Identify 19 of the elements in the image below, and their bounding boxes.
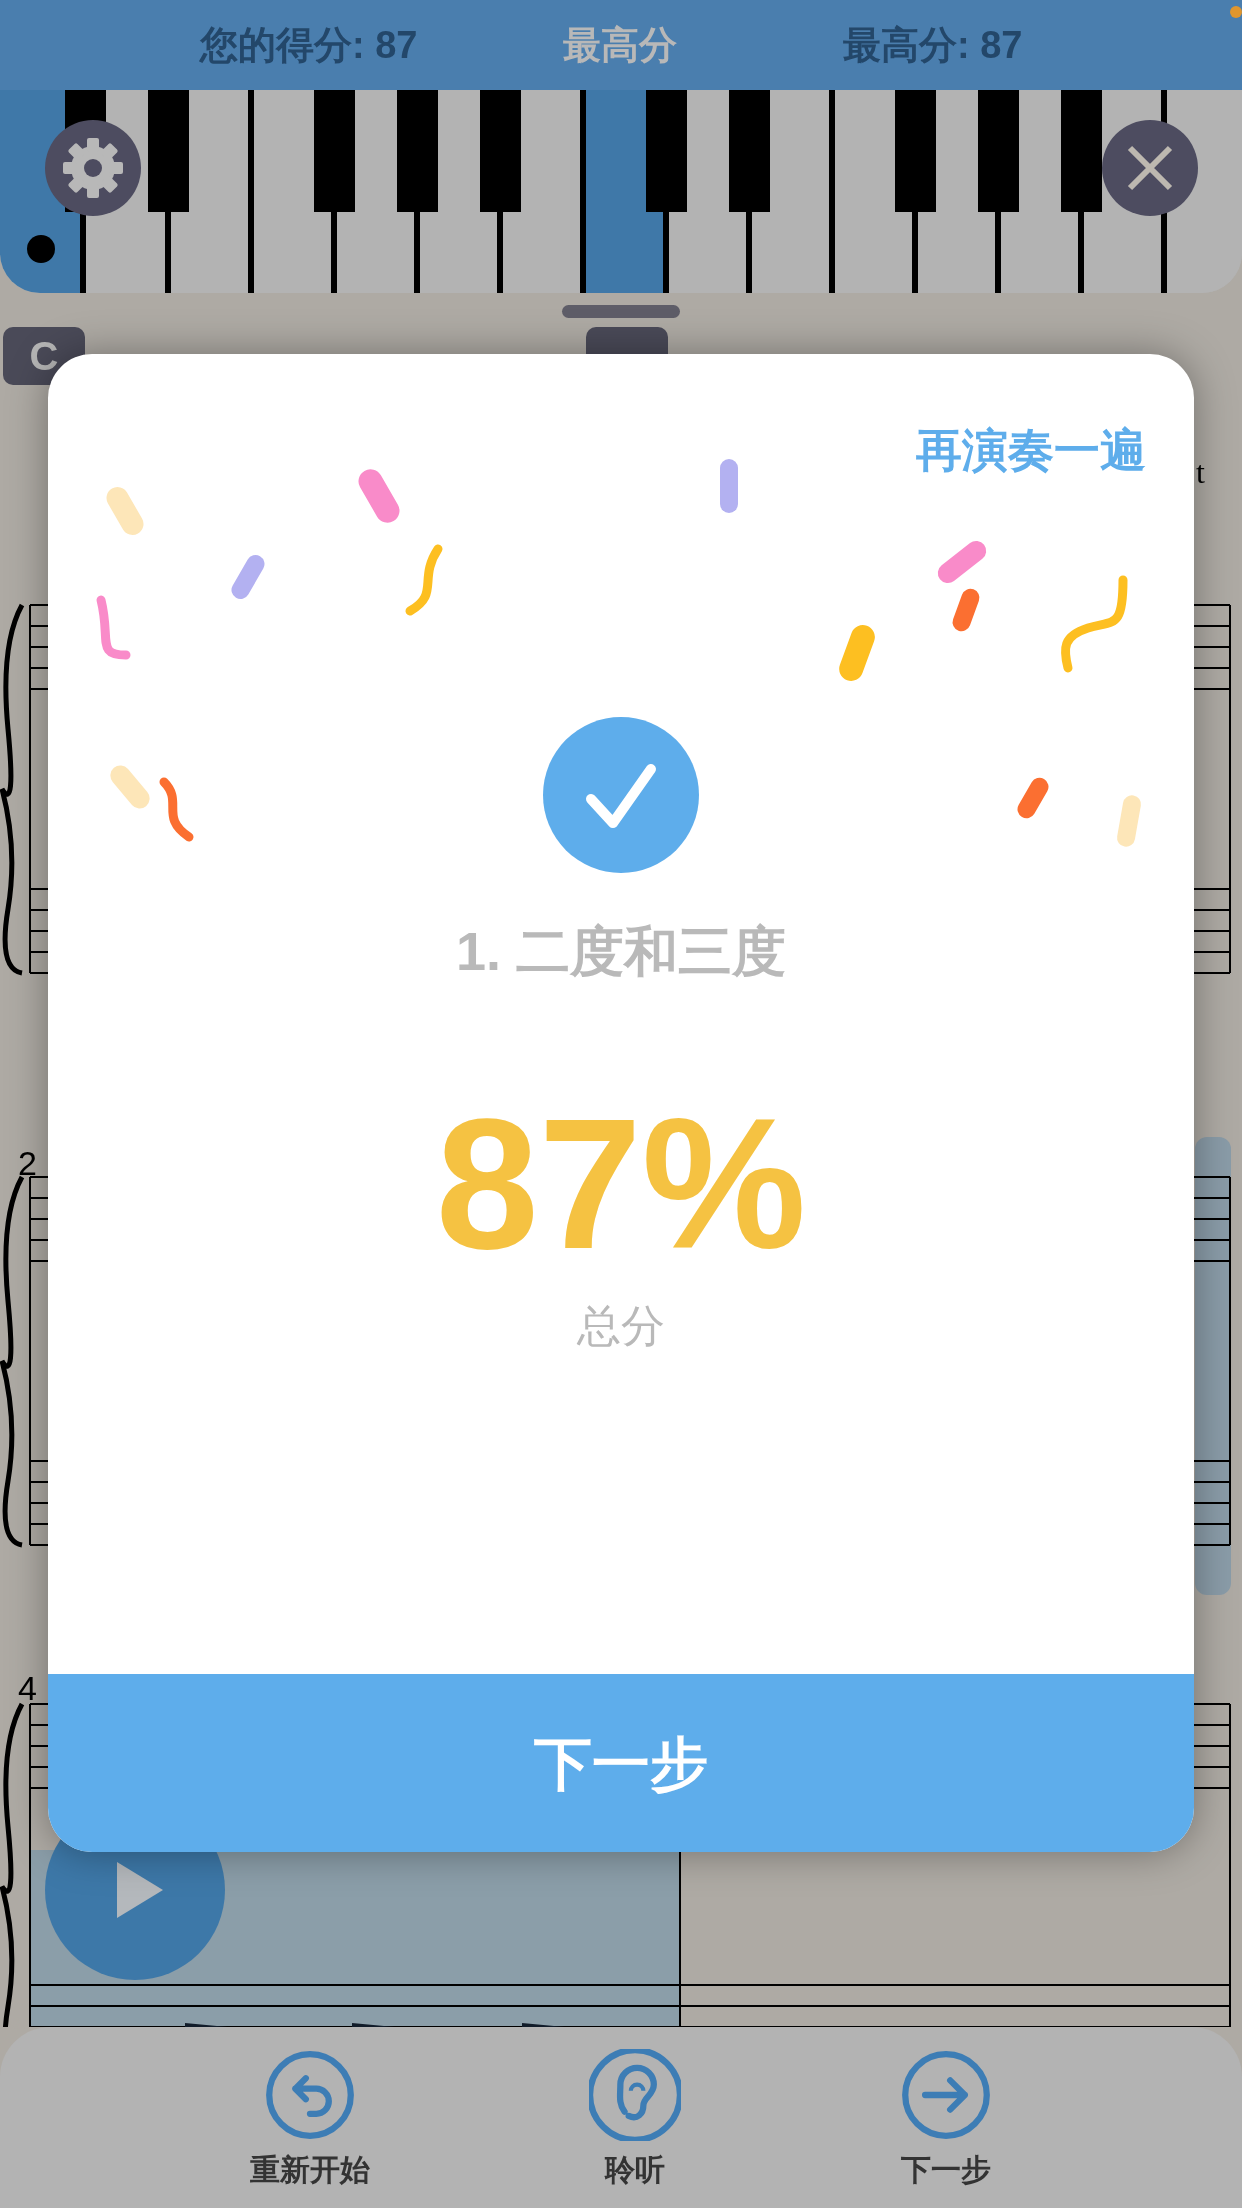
status-dot — [1230, 6, 1242, 18]
best-score-text: 最高分: 87 — [843, 22, 1023, 68]
toolbar-button[interactable]: 聆听 — [583, 2027, 687, 2208]
title-text: 最高分 — [563, 22, 677, 68]
toolbar-button[interactable]: 重新开始 — [243, 2027, 376, 2208]
check-icon — [543, 717, 699, 873]
score-label: 总分 — [577, 1299, 665, 1352]
lesson-title: 1. 二度和三度 — [455, 920, 786, 983]
settings-button[interactable] — [45, 120, 141, 216]
close-button[interactable] — [1102, 120, 1198, 216]
arrow-right-icon — [900, 2049, 993, 2141]
score-value: 87% — [435, 1091, 807, 1277]
ear-icon — [589, 2049, 681, 2141]
measure-number: 4 — [18, 1668, 37, 1709]
score-text: 您的得分: 87 — [200, 22, 418, 68]
text-fragment: t — [1196, 453, 1205, 492]
drag-handle[interactable] — [562, 305, 680, 318]
measure-number: 2 — [18, 1143, 37, 1184]
toolbar-button[interactable]: 下一步 — [894, 2027, 999, 2208]
